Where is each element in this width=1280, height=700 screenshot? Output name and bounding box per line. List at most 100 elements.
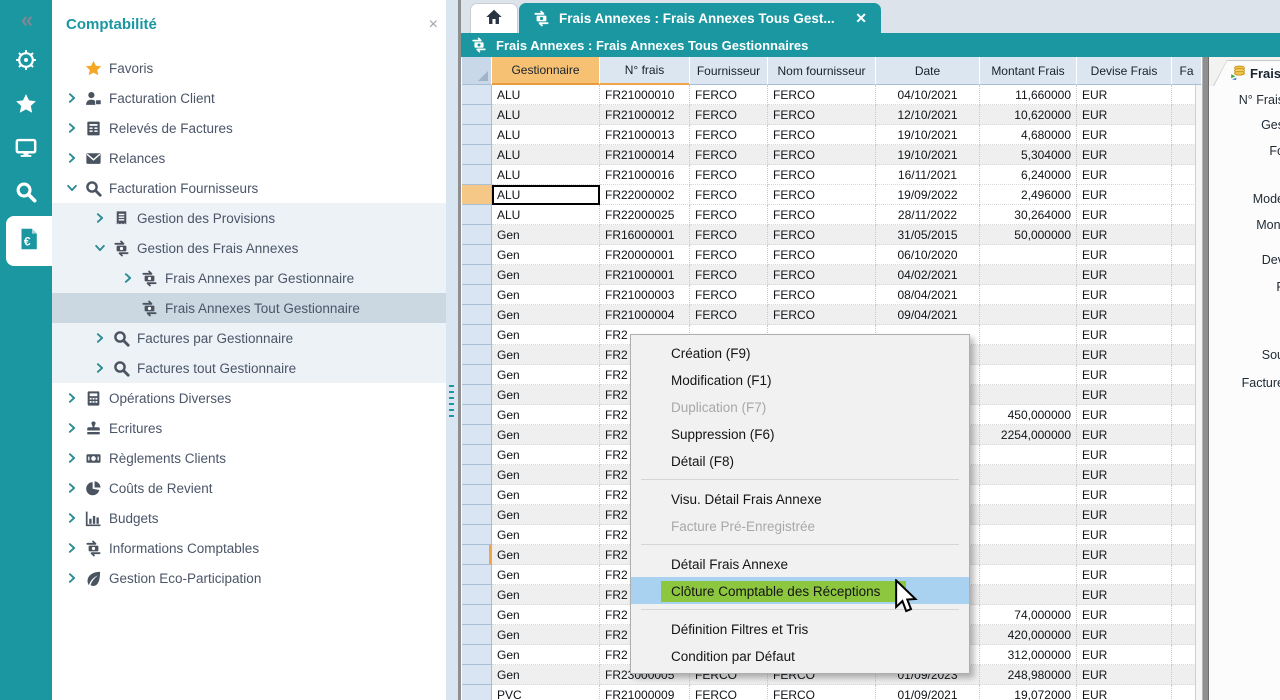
nav-item-gestion-eco-participation[interactable]: Gestion Eco-Participation [52,563,446,593]
row-selector[interactable] [462,565,492,585]
cell-devise-frais[interactable]: EUR [1077,145,1172,165]
cell-n-frais[interactable]: FR16000001 [600,225,690,245]
table-row[interactable]: ALUFR21000014FERCOFERCO19/10/20215,30400… [462,145,1202,165]
cell-devise-frais[interactable]: EUR [1077,245,1172,265]
cell-montant-frais[interactable]: 10,620000 [980,105,1077,125]
row-selector[interactable] [462,545,492,565]
cell-gestionnaire[interactable]: Gen [492,565,600,585]
cell-n-frais[interactable]: FR21000014 [600,145,690,165]
row-selector[interactable] [462,365,492,385]
panel-splitter[interactable] [446,0,458,700]
nav-item-relances[interactable]: Relances [52,143,446,173]
cell-n-frais[interactable]: FR21000001 [600,265,690,285]
nav-item-facturation-client[interactable]: Facturation Client [52,83,446,113]
cell-fournisseur[interactable]: FERCO [690,205,768,225]
cell-date[interactable]: 19/10/2021 [876,145,980,165]
cell-fournisseur[interactable]: FERCO [690,105,768,125]
cell-montant-frais[interactable] [980,325,1077,345]
cell-devise-frais[interactable]: EUR [1077,505,1172,525]
home-tab[interactable] [470,3,518,34]
cell-gestionnaire[interactable]: ALU [492,185,600,205]
cell-fournisseur[interactable]: FERCO [690,285,768,305]
menu-item-cl-ture-comptable-des-r-ceptions[interactable]: Clôture Comptable des Réceptions [631,577,969,604]
menu-item-d-finition-filtres-et-tris[interactable]: Définition Filtres et Tris [631,615,969,642]
table-row[interactable]: ALUFR22000025FERCOFERCO28/11/202230,2640… [462,205,1202,225]
cell-n-frais[interactable]: FR20000001 [600,245,690,265]
cell-gestionnaire[interactable]: Gen [492,645,600,665]
cell-devise-frais[interactable]: EUR [1077,285,1172,305]
table-row[interactable]: GenFR20000001FERCOFERCO06/10/2020EUR [462,245,1202,265]
cell-montant-frais[interactable] [980,465,1077,485]
col-header-fa[interactable]: Fa [1172,57,1202,85]
cell-date[interactable]: 08/04/2021 [876,285,980,305]
nav-item-gestion-des-frais-annexes[interactable]: Gestion des Frais Annexes [52,233,446,263]
row-selector[interactable] [462,285,492,305]
cell-n-frais[interactable]: FR21000003 [600,285,690,305]
cell-gestionnaire[interactable]: Gen [492,365,600,385]
cell-devise-frais[interactable]: EUR [1077,665,1172,685]
cell-montant-frais[interactable] [980,245,1077,265]
cell-devise-frais[interactable]: EUR [1077,425,1172,445]
nav-item-gestion-des-provisions[interactable]: Gestion des Provisions [52,203,446,233]
cell-fournisseur[interactable]: FERCO [690,145,768,165]
table-row[interactable]: GenFR21000004FERCOFERCO09/04/2021EUR [462,305,1202,325]
cell-montant-frais[interactable]: 11,660000 [980,85,1077,105]
cell-fournisseur[interactable]: FERCO [690,85,768,105]
cell-montant-frais[interactable] [980,545,1077,565]
cell-gestionnaire[interactable]: PVC [492,685,600,700]
table-row[interactable]: ALUFR21000016FERCOFERCO16/11/20216,24000… [462,165,1202,185]
cell-gestionnaire[interactable]: Gen [492,345,600,365]
cell-date[interactable]: 16/11/2021 [876,165,980,185]
row-selector[interactable] [462,645,492,665]
nav-item-frais-annexes-par-gestionnaire[interactable]: Frais Annexes par Gestionnaire [52,263,446,293]
menu-item-d-tail-f8-[interactable]: Détail (F8) [631,447,969,474]
row-selector[interactable] [462,185,492,205]
cell-devise-frais[interactable]: EUR [1077,545,1172,565]
rail-collapse-icon[interactable]: « [0,0,52,40]
row-selector[interactable] [462,225,492,245]
cell-montant-frais[interactable]: 420,000000 [980,625,1077,645]
cell-gestionnaire[interactable]: ALU [492,145,600,165]
table-row[interactable]: ALUFR21000013FERCOFERCO19/10/20214,68000… [462,125,1202,145]
chevron-right-icon[interactable] [60,92,84,104]
cell-devise-frais[interactable]: EUR [1077,405,1172,425]
cell-montant-frais[interactable]: 450,000000 [980,405,1077,425]
col-header-gestionnaire[interactable]: Gestionnaire [492,57,600,85]
cell-gestionnaire[interactable]: Gen [492,245,600,265]
cell-date[interactable]: 12/10/2021 [876,105,980,125]
cell-n-frais[interactable]: FR21000016 [600,165,690,185]
rail-monitor-button[interactable] [0,128,52,172]
cell-montant-frais[interactable] [980,285,1077,305]
cell-montant-frais[interactable]: 5,304000 [980,145,1077,165]
tab-close-icon[interactable]: ✕ [855,10,867,27]
rail-gear-button[interactable] [0,40,52,84]
cell-n-frais[interactable]: FR22000002 [600,185,690,205]
cell-montant-frais[interactable]: 2,496000 [980,185,1077,205]
cell-nom-fournisseur[interactable]: FERCO [768,165,876,185]
cell-gestionnaire[interactable]: Gen [492,625,600,645]
cell-devise-frais[interactable]: EUR [1077,105,1172,125]
row-selector[interactable] [462,85,492,105]
cell-montant-frais[interactable]: 2254,000000 [980,425,1077,445]
cell-devise-frais[interactable]: EUR [1077,125,1172,145]
cell-n-frais[interactable]: FR21000004 [600,305,690,325]
cell-gestionnaire[interactable]: Gen [492,465,600,485]
chevron-right-icon[interactable] [60,392,84,404]
nav-item-factures-tout-gestionnaire[interactable]: Factures tout Gestionnaire [52,353,446,383]
nav-item-co-ts-de-revient[interactable]: Coûts de Revient [52,473,446,503]
cell-fournisseur[interactable]: FERCO [690,265,768,285]
cell-montant-frais[interactable] [980,525,1077,545]
cell-date[interactable]: 01/09/2021 [876,685,980,700]
cell-nom-fournisseur[interactable]: FERCO [768,265,876,285]
menu-item-suppression-f6-[interactable]: Suppression (F6) [631,420,969,447]
cell-gestionnaire[interactable]: Gen [492,425,600,445]
cell-montant-frais[interactable] [980,585,1077,605]
cell-nom-fournisseur[interactable]: FERCO [768,105,876,125]
frais-detail-tab[interactable]: Frais [1214,61,1280,86]
row-selector[interactable] [462,605,492,625]
row-selector[interactable] [462,405,492,425]
row-selector[interactable] [462,465,492,485]
cell-date[interactable]: 09/04/2021 [876,305,980,325]
nav-item-op-rations-diverses[interactable]: Opérations Diverses [52,383,446,413]
cell-montant-frais[interactable] [980,305,1077,325]
